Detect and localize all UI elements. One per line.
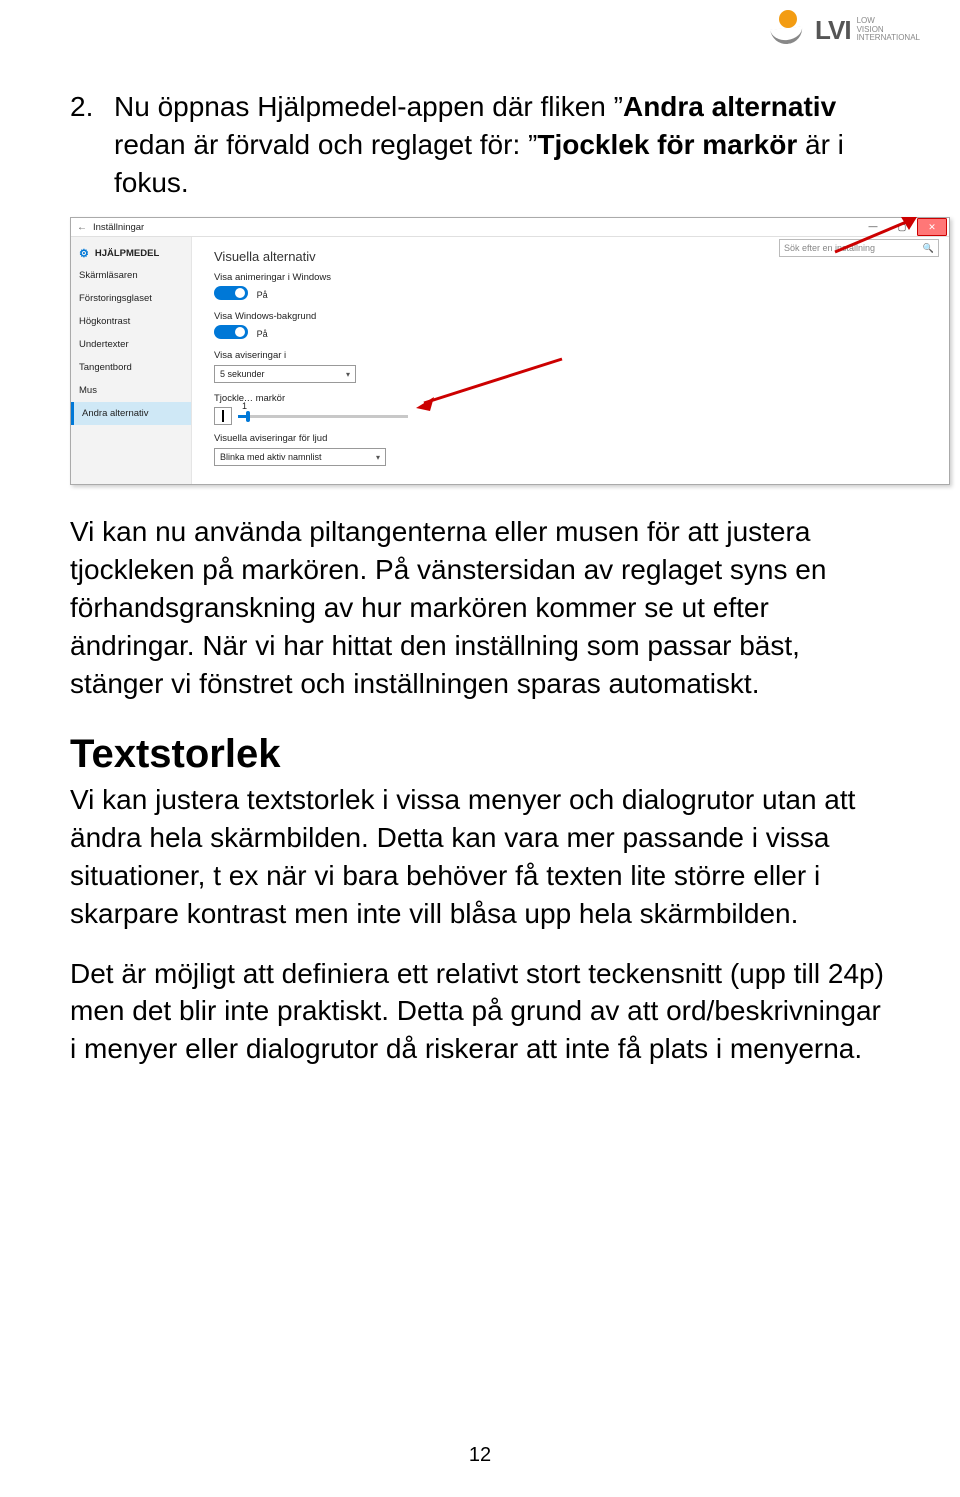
dropdown-notifications[interactable]: 5 sekunder ▾ xyxy=(214,365,356,383)
logo-subtitle: LOW VISION INTERNATIONAL xyxy=(857,17,920,43)
minimize-button[interactable]: — xyxy=(859,218,887,234)
label-visual-sound: Visuella aviseringar för ljud xyxy=(214,433,939,444)
settings-sidebar: ⚙ HJÄLPMEDEL Skärmläsaren Förstoringsgla… xyxy=(71,237,192,484)
sidebar-item-andra-alternativ[interactable]: Andra alternativ xyxy=(71,402,191,425)
chevron-down-icon: ▾ xyxy=(346,370,350,379)
slider-value: 1 xyxy=(242,401,247,411)
page-number: 12 xyxy=(0,1444,960,1467)
back-icon[interactable]: ← xyxy=(77,222,87,233)
annotation-arrow-slider xyxy=(412,353,572,413)
paragraph-3: Det är möjligt att definiera ett relativ… xyxy=(70,955,890,1068)
paragraph-1: Vi kan nu använda piltangenterna eller m… xyxy=(70,513,890,702)
window-titlebar: ← Inställningar — ▢ ✕ xyxy=(71,218,949,237)
sidebar-item-undertexter[interactable]: Undertexter xyxy=(71,333,191,356)
step-number: 2. xyxy=(70,88,114,201)
sidebar-item-tangentbord[interactable]: Tangentbord xyxy=(71,356,191,379)
em-tjocklek: Tjocklek för markör xyxy=(537,129,797,160)
sidebar-item-hogkontrast[interactable]: Högkontrast xyxy=(71,310,191,333)
window-title: Inställningar xyxy=(93,222,144,233)
close-button[interactable]: ✕ xyxy=(917,218,947,236)
step-2-paragraph: 2. Nu öppnas Hjälpmedel-appen där fliken… xyxy=(70,88,890,201)
label-cursor-thickness: Tjockle... markör xyxy=(214,393,939,404)
toggle-background[interactable] xyxy=(214,325,248,339)
sidebar-item-skarmlasaren[interactable]: Skärmläsaren xyxy=(71,264,191,287)
search-placeholder: Sök efter en inställning xyxy=(784,243,875,253)
toggle-background-state: På xyxy=(257,329,268,339)
dropdown-visual-sound[interactable]: Blinka med aktiv namnlist ▾ xyxy=(214,448,386,466)
logo-lvi-text: LVI xyxy=(815,15,851,46)
step-body: Nu öppnas Hjälpmedel-appen där fliken An… xyxy=(114,88,890,201)
label-animations: Visa animeringar i Windows xyxy=(214,272,939,283)
sidebar-header-label: HJÄLPMEDEL xyxy=(95,248,159,259)
dropdown-notifications-value: 5 sekunder xyxy=(220,369,265,379)
toggle-animations-state: På xyxy=(257,290,268,300)
sidebar-item-mus[interactable]: Mus xyxy=(71,379,191,402)
sidebar-header: ⚙ HJÄLPMEDEL xyxy=(71,243,191,264)
label-background: Visa Windows-bakgrund xyxy=(214,311,939,322)
dropdown-visual-sound-value: Blinka med aktiv namnlist xyxy=(220,452,322,462)
slider-cursor-thickness[interactable]: 1 xyxy=(238,415,408,418)
logo-mark xyxy=(765,12,809,48)
cursor-preview xyxy=(214,407,232,425)
window-controls: — ▢ ✕ xyxy=(859,218,947,236)
heading-textstorlek: Textstorlek xyxy=(70,732,890,777)
brand-logo: LVI LOW VISION INTERNATIONAL xyxy=(765,12,920,48)
chevron-down-icon: ▾ xyxy=(376,453,380,462)
embedded-screenshot: ← Inställningar — ▢ ✕ ⚙ HJÄLPMEDEL Skärm… xyxy=(70,217,950,485)
maximize-button[interactable]: ▢ xyxy=(887,218,917,236)
search-icon: 🔍 xyxy=(923,243,934,254)
sidebar-item-forstoringsglaset[interactable]: Förstoringsglaset xyxy=(71,287,191,310)
toggle-animations[interactable] xyxy=(214,286,248,300)
label-notifications: Visa aviseringar i xyxy=(214,350,939,361)
paragraph-2: Vi kan justera textstorlek i vissa menye… xyxy=(70,781,890,932)
search-input[interactable]: Sök efter en inställning 🔍 xyxy=(779,239,939,257)
em-andra-alternativ: Andra alternativ xyxy=(623,91,836,122)
gear-icon: ⚙ xyxy=(79,247,89,260)
settings-main-panel: Sök efter en inställning 🔍 Visuella alte… xyxy=(192,237,949,484)
